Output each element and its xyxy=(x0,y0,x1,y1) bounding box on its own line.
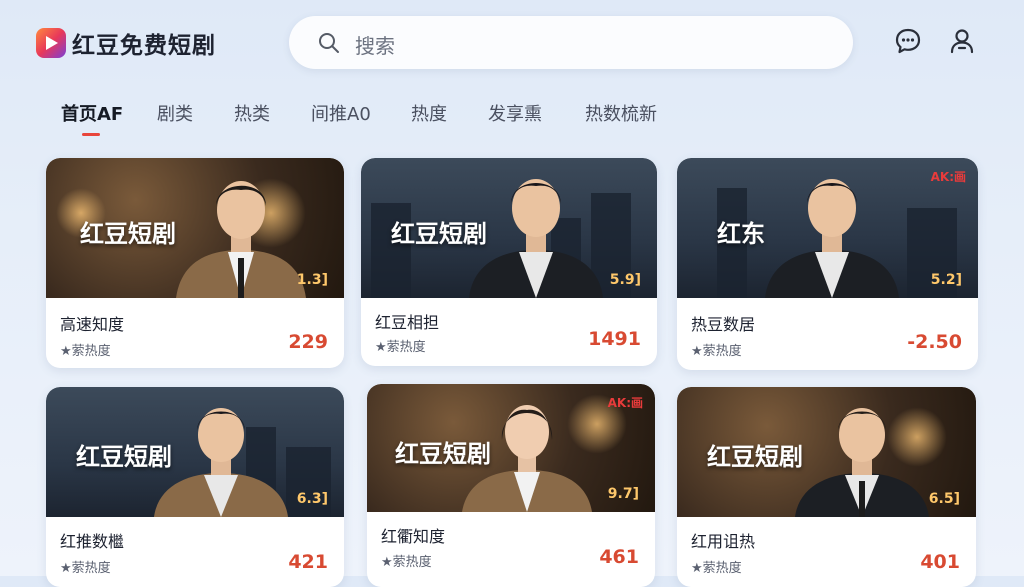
app-logo[interactable]: 红豆免费短剧 xyxy=(36,26,216,60)
heat-count: 229 xyxy=(288,331,328,353)
heat-label: ★萦热度 xyxy=(60,561,111,576)
heat-label: ★萦热度 xyxy=(60,344,111,359)
tab-ranking[interactable]: 热数梳新 xyxy=(585,100,657,126)
brand-mark: AK:画 xyxy=(930,170,966,184)
heat-label: ★萦热度 xyxy=(691,344,742,359)
card-thumbnail: 红豆短剧 6.3] xyxy=(46,387,344,517)
thumbnail-title: 红东 xyxy=(717,220,765,248)
card-thumbnail: AK:画 红豆短剧 9.7] xyxy=(367,384,655,512)
active-tab-indicator xyxy=(82,133,100,136)
thumbnail-title: 红豆短剧 xyxy=(391,220,487,248)
search-bar[interactable]: 搜索 xyxy=(289,16,853,69)
brand-mark: AK:画 xyxy=(607,396,643,410)
drama-title: 红豆相担 xyxy=(375,313,440,332)
card-thumbnail: 红豆短剧 5.9] xyxy=(361,158,657,298)
drama-title: 红用诅热 xyxy=(691,532,756,551)
search-icon xyxy=(319,33,339,53)
drama-title: 红衢知度 xyxy=(381,527,446,546)
rating-score: 1.3] xyxy=(296,272,328,288)
heat-count: 1491 xyxy=(588,328,641,350)
heat-count: -2.50 xyxy=(907,331,962,353)
drama-card[interactable]: AK:画 红豆短剧 9.7] 红衢知度 ★萦热度 461 xyxy=(367,384,655,587)
rating-score: 9.7] xyxy=(607,486,639,502)
app-name: 红豆免费短剧 xyxy=(72,33,216,59)
chat-icon[interactable] xyxy=(893,26,923,56)
drama-title: 热豆数居 xyxy=(691,315,756,334)
actor-image xyxy=(176,181,306,298)
heat-label: ★萦热度 xyxy=(381,555,432,570)
actor-image xyxy=(765,179,899,298)
heat-count: 461 xyxy=(599,546,639,568)
drama-card[interactable]: 红豆短剧 5.9] 红豆相担 ★萦热度 1491 xyxy=(361,158,657,366)
thumbnail-title: 红豆短剧 xyxy=(76,443,172,471)
actor-image xyxy=(795,408,929,517)
logo-icon xyxy=(36,28,66,58)
thumbnail-title: 红豆短剧 xyxy=(395,440,491,468)
drama-card[interactable]: 红豆短剧 6.3] 红推数檵 ★萦热度 421 xyxy=(46,387,344,587)
heat-count: 401 xyxy=(920,551,960,573)
thumbnail-title: 红豆短剧 xyxy=(80,220,176,248)
search-placeholder: 搜索 xyxy=(355,34,395,58)
drama-card[interactable]: AK:画 红东 5.2] 热豆数居 ★萦热度 -2.50 xyxy=(677,158,978,370)
heat-label: ★萦热度 xyxy=(375,340,426,355)
heat-count: 421 xyxy=(288,551,328,573)
tab-drama[interactable]: 剧类 xyxy=(157,100,193,126)
category-tabs: 首页AF 剧类 热类 间推A0 热度 发享熏 热数梳新 xyxy=(0,96,1024,136)
user-icon[interactable] xyxy=(947,26,977,56)
tab-hot[interactable]: 热类 xyxy=(234,100,270,126)
thumbnail-title: 红豆短剧 xyxy=(707,443,803,471)
tab-recommend[interactable]: 间推A0 xyxy=(311,100,371,126)
drama-title: 高速知度 xyxy=(60,315,125,334)
tab-popularity[interactable]: 热度 xyxy=(411,100,447,126)
rating-score: 6.3] xyxy=(296,491,328,507)
rating-score: 6.5] xyxy=(928,491,960,507)
tab-share[interactable]: 发享熏 xyxy=(488,100,542,126)
drama-card[interactable]: 红豆短剧 1.3] 高速知度 ★萦热度 229 xyxy=(46,158,344,368)
heat-label: ★萦热度 xyxy=(691,561,742,576)
rating-score: 5.9] xyxy=(609,272,641,288)
card-thumbnail: AK:画 红东 5.2] xyxy=(677,158,978,298)
rating-score: 5.2] xyxy=(930,272,962,288)
card-thumbnail: 红豆短剧 6.5] xyxy=(677,387,976,517)
tab-home[interactable]: 首页AF xyxy=(61,100,123,126)
drama-title: 红推数檵 xyxy=(60,532,125,551)
drama-card[interactable]: 红豆短剧 6.5] 红用诅热 ★萦热度 401 xyxy=(677,387,976,587)
top-bar: 红豆免费短剧 搜索 xyxy=(0,0,1024,86)
card-thumbnail: 红豆短剧 1.3] xyxy=(46,158,344,298)
